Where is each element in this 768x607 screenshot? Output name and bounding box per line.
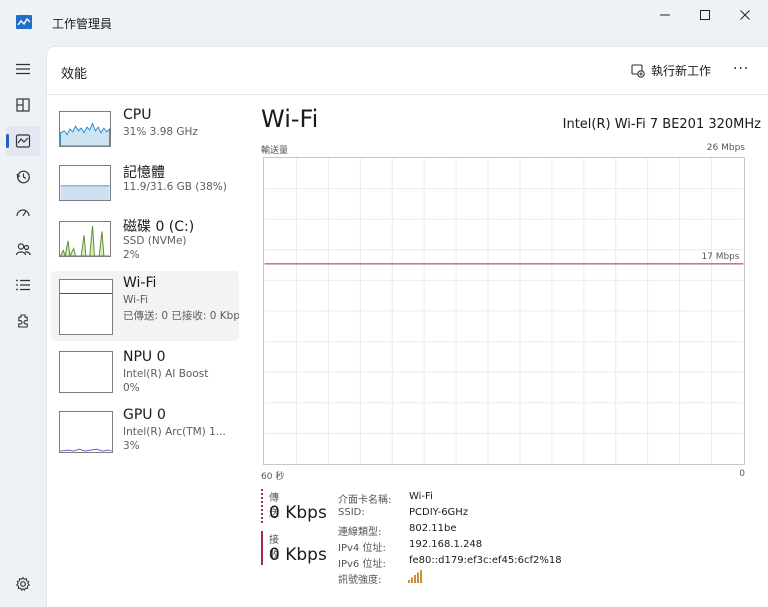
wifi-stats: 傳送 0 Kbps 接收 0 Kbps 介面卡名稱: Wi-Fi SSID: P…	[261, 489, 761, 599]
maximize-icon	[700, 10, 710, 20]
perf-item-name: NPU 0	[123, 349, 166, 365]
nav-item-users[interactable]	[6, 234, 40, 264]
perf-item-name: Wi-Fi	[123, 275, 157, 291]
adapter-name: Intel(R) Wi-Fi 7 BE201 320MHz	[562, 117, 761, 132]
perf-item-detail: Intel(R) Arc(TM) 1...	[123, 426, 226, 438]
throughput-graph: 17 Mbps	[263, 157, 745, 465]
page-title: 效能	[61, 67, 88, 82]
signal-bar	[411, 577, 413, 583]
minimize-icon	[660, 14, 670, 16]
y-axis-label: 輸送量	[261, 146, 289, 156]
perf-item-detail: 11.9/31.6 GB (38%)	[123, 181, 227, 193]
perf-item-name: CPU	[123, 107, 152, 123]
run-new-task-button[interactable]: 執行新工作	[631, 62, 711, 79]
maximize-button[interactable]	[688, 6, 722, 24]
x-axis-left-label: 60 秒	[261, 472, 285, 482]
perf-item-gpu[interactable]: GPU 0 Intel(R) Arc(TM) 1... 3%	[51, 407, 239, 477]
close-icon	[740, 10, 750, 20]
disk-thumbnail	[59, 221, 111, 257]
nav-item-processes[interactable]	[6, 90, 40, 120]
nav-item-services[interactable]	[6, 306, 40, 336]
npu-thumbnail	[59, 351, 113, 393]
run-task-icon	[631, 63, 645, 78]
perf-item-wifi[interactable]: Wi-Fi Wi-Fi 已傳送: 0 已接收: 0 Kbps	[51, 271, 239, 341]
nav-item-startup[interactable]	[6, 198, 40, 228]
perf-item-name: 磁碟 0 (C:)	[123, 219, 195, 235]
hamburger-icon	[16, 63, 30, 75]
prop-value: Wi-Fi	[409, 491, 433, 502]
resource-title: Wi-Fi	[261, 105, 319, 133]
perf-item-name: 記憶體	[123, 165, 165, 181]
cpu-thumbnail	[59, 111, 111, 147]
perf-item-detail: Wi-Fi	[123, 294, 149, 306]
page-header: 效能 執行新工作 ···	[47, 47, 768, 95]
window-title: 工作管理員	[52, 17, 113, 31]
send-indicator	[261, 489, 263, 523]
more-options-button[interactable]: ···	[733, 61, 749, 77]
details-icon	[16, 279, 30, 291]
prop-key: 介面卡名稱:	[338, 495, 392, 506]
receive-indicator	[261, 531, 263, 565]
nav-item-settings[interactable]	[6, 569, 40, 599]
prop-value: 802.11be	[409, 523, 457, 534]
performance-icon	[15, 134, 31, 148]
users-icon	[15, 243, 31, 256]
signal-bar	[408, 580, 410, 583]
title-bar: 工作管理員	[0, 0, 768, 46]
reference-line-label: 17 Mbps	[702, 252, 740, 262]
perf-item-detail: 31% 3.98 GHz	[123, 126, 198, 138]
task-manager-icon	[16, 15, 32, 29]
receive-value: 0 Kbps	[269, 545, 327, 565]
startup-icon	[16, 209, 30, 217]
perf-item-throughput: 已傳送: 0 已接收: 0 Kbps	[123, 310, 239, 322]
perf-item-usage: 3%	[123, 440, 140, 452]
nav-item-details[interactable]	[6, 270, 40, 300]
history-icon	[16, 170, 30, 184]
signal-strength-icon	[408, 570, 422, 583]
close-button[interactable]	[728, 6, 762, 24]
nav-item-app-history[interactable]	[6, 162, 40, 192]
content-pane: 效能 執行新工作 ··· CPU 31% 3.98 GHz 記憶體 11.9/3…	[46, 46, 768, 607]
signal-bar	[420, 570, 422, 583]
services-icon	[18, 314, 28, 328]
wifi-detail-panel: Wi-Fi Intel(R) Wi-Fi 7 BE201 320MHz 輸送量 …	[261, 95, 761, 605]
perf-item-detail: Intel(R) AI Boost	[123, 368, 209, 380]
x-axis-right-label: 0	[739, 469, 745, 479]
gpu-thumbnail	[59, 411, 113, 453]
send-value: 0 Kbps	[269, 503, 327, 523]
signal-bar	[414, 575, 416, 583]
prop-value: PCDIY-6GHz	[409, 507, 469, 518]
perf-item-detail: SSD (NVMe)	[123, 235, 187, 247]
wifi-thumbnail	[59, 279, 113, 335]
prop-key: 連線類型:	[338, 527, 382, 538]
prop-key: IPv4 位址:	[338, 543, 386, 554]
prop-key: 訊號強度:	[338, 575, 382, 586]
signal-bar	[417, 572, 419, 583]
nav-item-performance[interactable]	[6, 126, 40, 156]
prop-value: 192.168.1.248	[409, 539, 483, 550]
nav-rail	[0, 46, 46, 607]
prop-key: IPv6 位址:	[338, 559, 386, 570]
run-new-task-label: 執行新工作	[651, 64, 712, 78]
prop-value: fe80::d179:ef3c:ef45:6cf2%18	[409, 555, 562, 566]
minimize-button[interactable]	[648, 6, 682, 24]
processes-icon	[16, 98, 30, 112]
perf-item-name: GPU 0	[123, 407, 166, 423]
hamburger-menu-button[interactable]	[6, 54, 40, 84]
settings-icon	[15, 576, 31, 592]
prop-key: SSID:	[338, 507, 365, 518]
performance-list: CPU 31% 3.98 GHz 記憶體 11.9/31.6 GB (38%) …	[47, 95, 243, 605]
perf-item-usage: 0%	[123, 382, 140, 394]
memory-thumbnail	[59, 165, 111, 201]
y-axis-max: 26 Mbps	[706, 143, 745, 153]
perf-item-usage: 2%	[123, 249, 140, 261]
